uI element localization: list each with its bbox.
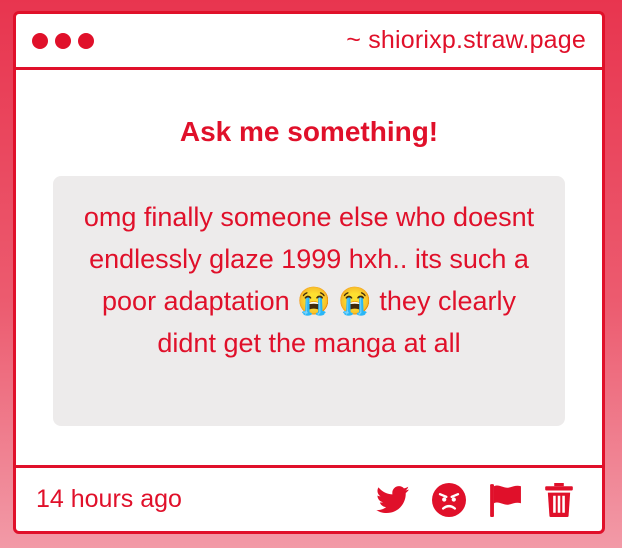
window-titlebar: ~ shiorixp.straw.page bbox=[16, 14, 602, 70]
react-angry-button[interactable] bbox=[432, 482, 466, 517]
ask-card: ~ shiorixp.straw.page Ask me something! … bbox=[13, 11, 605, 534]
flag-icon bbox=[490, 483, 521, 517]
main-content: Ask me something! omg finally someone el… bbox=[16, 70, 602, 465]
window-dot bbox=[55, 32, 71, 49]
angry-face-icon bbox=[432, 482, 466, 517]
message-bubble: omg finally someone else who doesnt endl… bbox=[53, 176, 565, 426]
timestamp: 14 hours ago bbox=[36, 485, 182, 513]
window-dot bbox=[78, 32, 94, 49]
delete-button[interactable] bbox=[544, 482, 574, 517]
share-twitter-button[interactable] bbox=[376, 485, 410, 514]
twitter-bird-icon bbox=[376, 485, 410, 513]
card-footer: 14 hours ago bbox=[16, 465, 602, 531]
site-url: ~ shiorixp.straw.page bbox=[346, 26, 586, 54]
trash-icon bbox=[545, 482, 573, 517]
window-dots bbox=[32, 32, 94, 49]
action-bar bbox=[376, 482, 574, 517]
report-button[interactable] bbox=[488, 483, 522, 517]
page-title: Ask me something! bbox=[179, 116, 439, 147]
message-text: omg finally someone else who doesnt endl… bbox=[83, 202, 535, 358]
window-dot bbox=[32, 32, 48, 49]
